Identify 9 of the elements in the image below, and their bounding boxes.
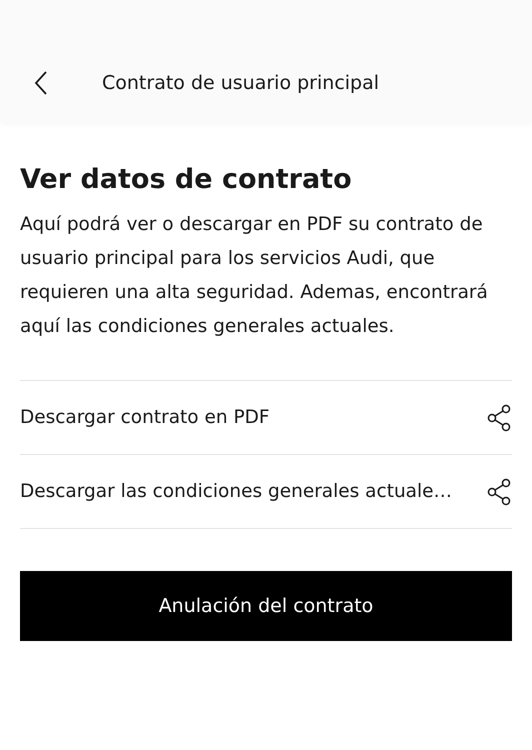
back-icon <box>34 70 48 96</box>
section-heading: Ver datos de contrato <box>20 163 353 197</box>
cancel-contract-button[interactable]: Anulación del contrato <box>20 571 512 641</box>
share-icon[interactable] <box>486 478 512 506</box>
description-text: Aquí podrá ver o descargar en PDF su contrato de usuario principal para los servicios Audi, que requieren una alta seguridad. Ademas, encontrará aquí las condiciones generales actuales. <box>20 213 489 339</box>
page-title: Contrato de usuario principal <box>102 71 380 96</box>
download-link[interactable]: Descargar contrato en PDF <box>20 407 270 428</box>
download-link[interactable]: Descargar las condiciones generales actuale… <box>20 481 452 502</box>
share-icon[interactable] <box>486 404 512 432</box>
